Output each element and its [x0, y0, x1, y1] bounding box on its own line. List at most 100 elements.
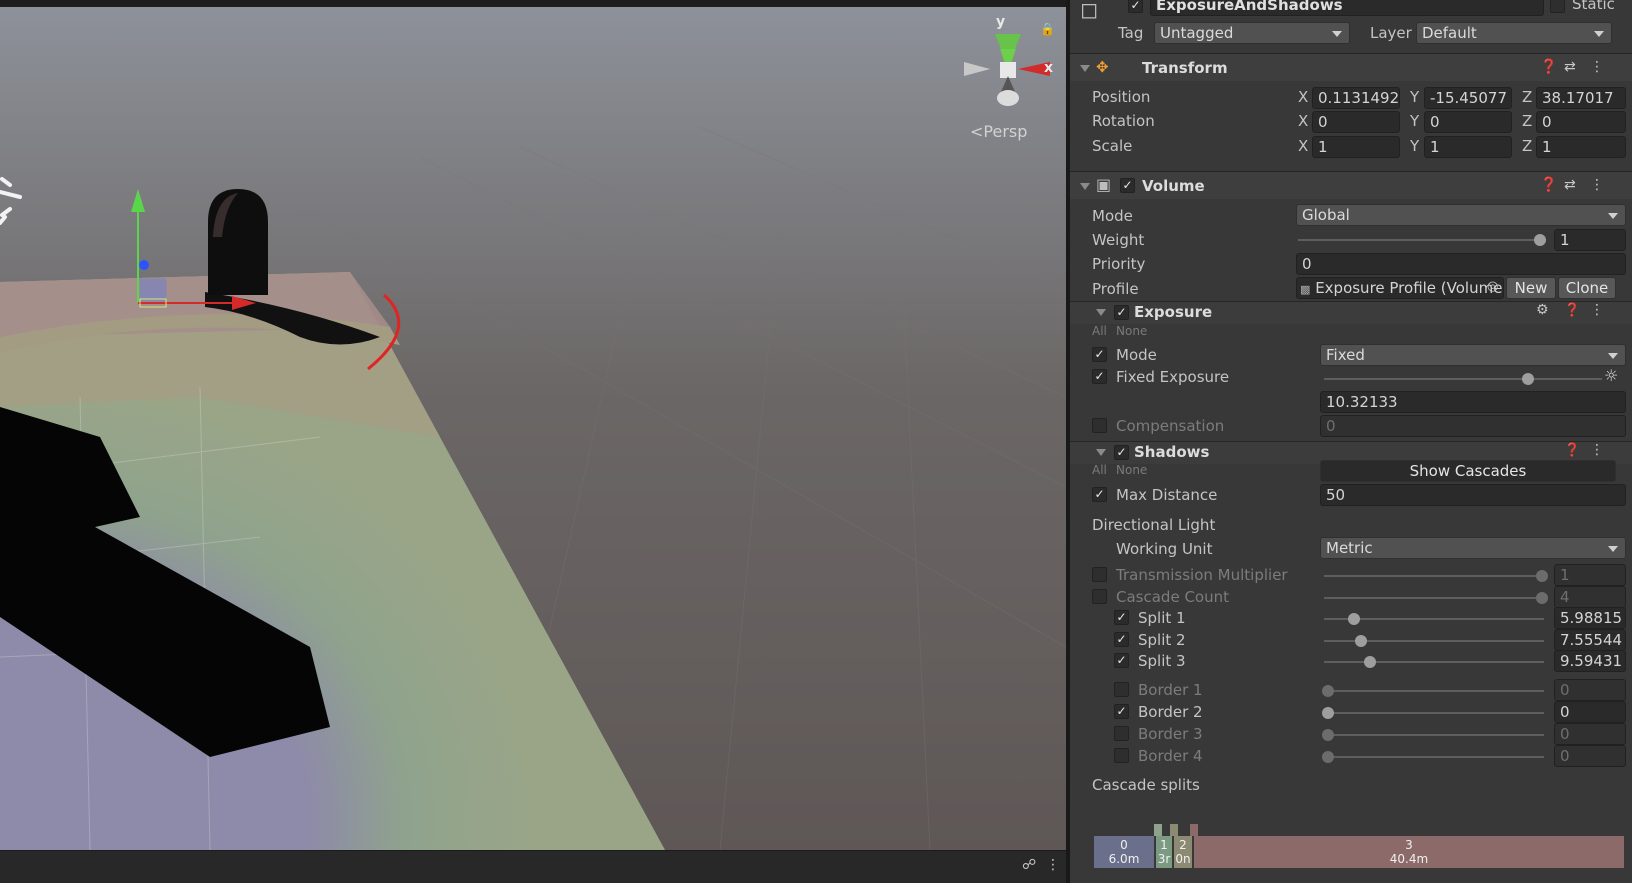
- split-2-slider-thumb[interactable]: [1355, 635, 1367, 647]
- border-4-slider-thumb[interactable]: [1322, 751, 1334, 763]
- shadows-enabled-checkbox[interactable]: ✓: [1114, 445, 1129, 460]
- exposure-mode-dropdown[interactable]: Fixed: [1320, 344, 1626, 366]
- border-1-slider-track[interactable]: [1324, 690, 1544, 692]
- cascade-count-override-checkbox[interactable]: [1092, 589, 1107, 604]
- weight-slider-thumb[interactable]: [1534, 234, 1546, 246]
- rotation-z-input[interactable]: 0: [1536, 111, 1626, 133]
- volume-enabled-checkbox[interactable]: ✓: [1120, 178, 1135, 193]
- border-1-override-checkbox[interactable]: [1114, 682, 1129, 697]
- settings-gear-icon[interactable]: ⚙: [1536, 302, 1549, 318]
- clone-profile-button[interactable]: Clone: [1558, 277, 1616, 299]
- foldout-arrow-icon[interactable]: [1096, 449, 1106, 456]
- foldout-arrow-icon[interactable]: [1080, 183, 1090, 190]
- position-y-input[interactable]: -15.45077: [1424, 87, 1512, 109]
- help-icon[interactable]: ❓: [1564, 303, 1580, 318]
- transmission-slider-thumb[interactable]: [1536, 570, 1548, 582]
- border-3-input[interactable]: 0: [1554, 723, 1626, 745]
- help-icon[interactable]: ❓: [1540, 177, 1557, 193]
- help-icon[interactable]: ❓: [1564, 443, 1580, 458]
- border-3-slider-track[interactable]: [1324, 734, 1544, 736]
- split-1-slider-thumb[interactable]: [1348, 613, 1360, 625]
- volume-mode-dropdown[interactable]: Global: [1296, 204, 1626, 226]
- exposure-enabled-checkbox[interactable]: ✓: [1114, 305, 1129, 320]
- show-cascades-button[interactable]: Show Cascades: [1320, 460, 1616, 482]
- preset-icon[interactable]: ⇄: [1564, 59, 1576, 75]
- fixed-exposure-slider-track[interactable]: [1324, 378, 1602, 380]
- fixed-exposure-override-checkbox[interactable]: ✓: [1092, 369, 1107, 384]
- border-4-override-checkbox[interactable]: [1114, 748, 1129, 763]
- exposure-mode-override-checkbox[interactable]: ✓: [1092, 347, 1107, 362]
- split-3-slider-track[interactable]: [1324, 661, 1544, 663]
- border-2-slider-track[interactable]: [1324, 712, 1544, 714]
- preset-icon[interactable]: ⇄: [1564, 177, 1576, 193]
- cascade-split-handle[interactable]: [1190, 824, 1198, 836]
- transmission-override-checkbox[interactable]: [1092, 567, 1107, 582]
- cascade-split-handle[interactable]: [1154, 824, 1162, 836]
- select-all-link[interactable]: All: [1092, 324, 1107, 338]
- kebab-menu-icon[interactable]: ⋮: [1590, 177, 1604, 193]
- split-2-override-checkbox[interactable]: ✓: [1114, 632, 1129, 647]
- border-3-slider-thumb[interactable]: [1322, 729, 1334, 741]
- split-3-input[interactable]: 9.59431: [1554, 650, 1626, 672]
- lock-icon[interactable]: 🔒: [1040, 22, 1055, 36]
- max-distance-input[interactable]: 50: [1320, 484, 1626, 506]
- compensation-override-checkbox[interactable]: [1092, 418, 1107, 433]
- scale-z-input[interactable]: 1: [1536, 136, 1626, 158]
- position-z-input[interactable]: 38.17017: [1536, 87, 1626, 109]
- border-4-input[interactable]: 0: [1554, 745, 1626, 767]
- kebab-menu-icon[interactable]: ⋮: [1590, 59, 1604, 75]
- cascade-count-slider-track[interactable]: [1324, 597, 1544, 599]
- cascade-count-input[interactable]: 4: [1554, 586, 1626, 608]
- kebab-menu-icon[interactable]: ⋮: [1046, 857, 1060, 873]
- static-checkbox[interactable]: [1550, 0, 1565, 13]
- foldout-arrow-icon[interactable]: [1080, 65, 1090, 72]
- weight-slider-track[interactable]: [1298, 239, 1546, 241]
- scene-viewport[interactable]: [0, 7, 1066, 850]
- select-none-link[interactable]: None: [1116, 463, 1147, 477]
- select-none-link[interactable]: None: [1116, 324, 1147, 338]
- help-icon[interactable]: ❓: [1540, 59, 1557, 75]
- working-unit-dropdown[interactable]: Metric: [1320, 537, 1626, 559]
- split-1-input[interactable]: 5.98815: [1554, 607, 1626, 629]
- cascade-split-handle[interactable]: [1170, 824, 1178, 836]
- scale-y-input[interactable]: 1: [1424, 136, 1512, 158]
- transmission-input[interactable]: 1: [1554, 564, 1626, 586]
- gameobject-name-input[interactable]: ExposureAndShadows: [1150, 0, 1544, 16]
- rotation-x-input[interactable]: 0: [1312, 111, 1400, 133]
- border-2-override-checkbox[interactable]: ✓: [1114, 704, 1129, 719]
- weight-input[interactable]: 1: [1554, 229, 1626, 251]
- rotation-y-input[interactable]: 0: [1424, 111, 1512, 133]
- fixed-exposure-slider-thumb[interactable]: [1522, 373, 1534, 385]
- border-1-input[interactable]: 0: [1554, 679, 1626, 701]
- kebab-menu-icon[interactable]: ⋮: [1590, 442, 1604, 458]
- object-picker-icon[interactable]: ◎: [1487, 279, 1498, 294]
- foldout-arrow-icon[interactable]: [1096, 309, 1106, 316]
- compensation-input[interactable]: 0: [1320, 415, 1626, 437]
- border-2-slider-thumb[interactable]: [1322, 707, 1334, 719]
- tag-dropdown[interactable]: Untagged: [1154, 22, 1350, 44]
- volume-header[interactable]: ▣ ✓ Volume ❓ ⇄ ⋮: [1070, 171, 1632, 199]
- scale-x-input[interactable]: 1: [1312, 136, 1400, 158]
- kebab-menu-icon[interactable]: ⋮: [1590, 302, 1604, 318]
- gameobject-active-checkbox[interactable]: ✓: [1128, 0, 1143, 13]
- split-1-override-checkbox[interactable]: ✓: [1114, 610, 1129, 625]
- lock-icon[interactable]: ☍: [1022, 857, 1036, 873]
- scene-view[interactable]: y x 🔒 <Persp ☍ ⋮: [0, 0, 1066, 883]
- position-x-input[interactable]: 0.1131492: [1312, 87, 1400, 109]
- transform-header[interactable]: ✥ Transform ❓ ⇄ ⋮: [1070, 53, 1632, 81]
- new-profile-button[interactable]: New: [1506, 277, 1556, 299]
- exposure-header[interactable]: ✓ Exposure ⚙ ❓ ⋮: [1070, 302, 1632, 324]
- max-distance-override-checkbox[interactable]: ✓: [1092, 487, 1107, 502]
- select-all-link[interactable]: All: [1092, 463, 1107, 477]
- fixed-exposure-input[interactable]: 10.32133: [1320, 391, 1626, 413]
- border-2-input[interactable]: 0: [1554, 701, 1626, 723]
- cascade-count-slider-thumb[interactable]: [1536, 592, 1548, 604]
- split-3-slider-thumb[interactable]: [1364, 656, 1376, 668]
- transmission-slider-track[interactable]: [1324, 575, 1544, 577]
- border-1-slider-thumb[interactable]: [1322, 685, 1334, 697]
- priority-input[interactable]: 0: [1296, 253, 1626, 275]
- border-4-slider-track[interactable]: [1324, 756, 1544, 758]
- split-2-input[interactable]: 7.55544: [1554, 629, 1626, 651]
- border-3-override-checkbox[interactable]: [1114, 726, 1129, 741]
- split-3-override-checkbox[interactable]: ✓: [1114, 653, 1129, 668]
